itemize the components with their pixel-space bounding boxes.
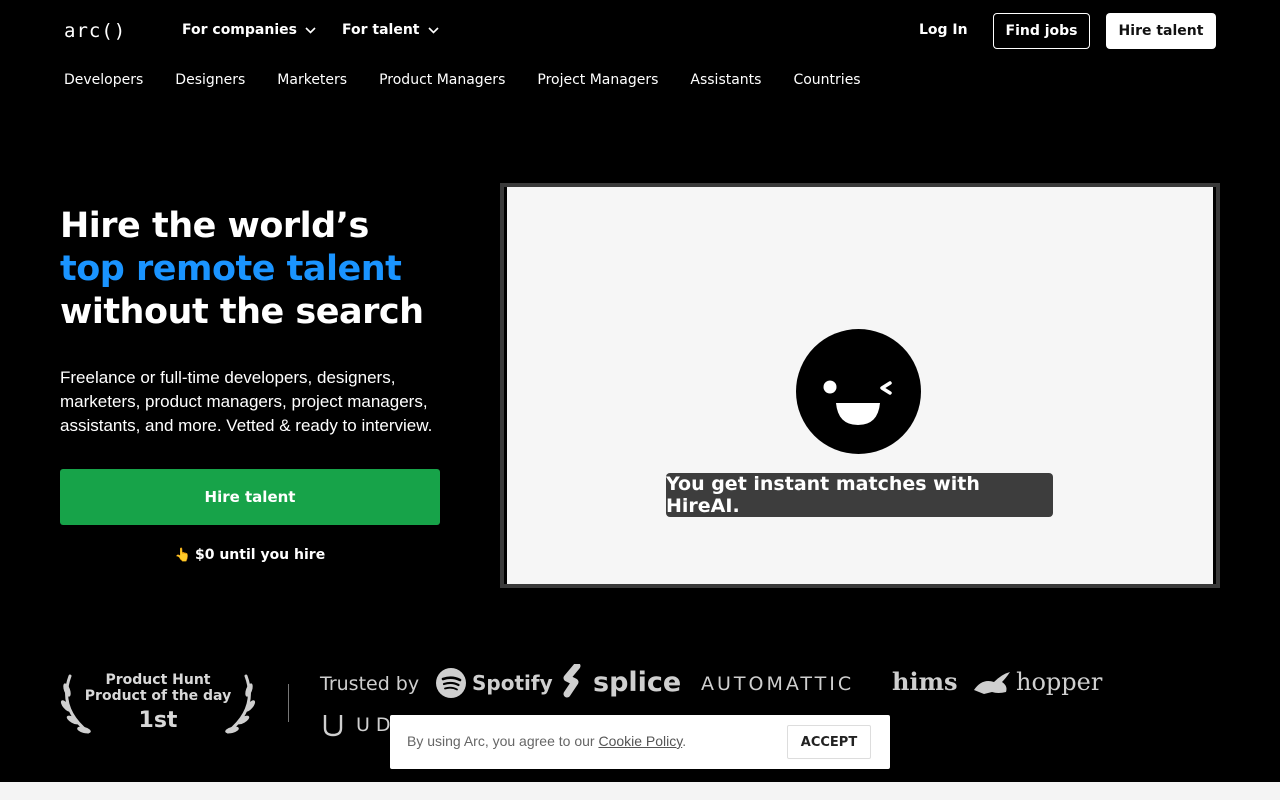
hopper-wordmark: hopper bbox=[1016, 668, 1103, 696]
hero-description: Freelance or full-time developers, desig… bbox=[60, 368, 433, 435]
hero-title-highlight: top remote talent bbox=[60, 249, 402, 289]
pricing-note-text: $0 until you hire bbox=[194, 547, 326, 563]
for-companies-label: For companies bbox=[182, 22, 297, 38]
find-jobs-button[interactable]: Find jobs bbox=[993, 13, 1090, 49]
splice-icon bbox=[563, 664, 581, 698]
hero-title-line3: without the search bbox=[60, 292, 424, 332]
splice-logo: splice bbox=[563, 664, 681, 700]
udacity-icon bbox=[323, 715, 343, 737]
cookie-banner: By using Arc, you agree to our Cookie Po… bbox=[390, 715, 890, 769]
for-talent-label: For talent bbox=[342, 22, 420, 38]
accept-cookies-button[interactable]: ACCEPT bbox=[787, 725, 871, 759]
product-hunt-subtitle: Product of the day bbox=[84, 688, 232, 704]
log-in-link[interactable]: Log In bbox=[919, 22, 968, 38]
hero-title-line1: Hire the world’s bbox=[60, 206, 369, 246]
subnav-developers[interactable]: Developers bbox=[64, 72, 143, 88]
cookie-policy-link[interactable]: Cookie Policy bbox=[598, 733, 682, 749]
chevron-down-icon bbox=[305, 26, 316, 34]
splice-wordmark: splice bbox=[593, 666, 682, 698]
subnav-product-managers[interactable]: Product Managers bbox=[379, 72, 505, 88]
subnav-designers[interactable]: Designers bbox=[175, 72, 245, 88]
hire-talent-cta-button[interactable]: Hire talent bbox=[60, 469, 440, 525]
category-nav: Developers Designers Marketers Product M… bbox=[64, 72, 861, 88]
winking-face-icon bbox=[796, 329, 921, 454]
chevron-down-icon bbox=[427, 26, 439, 34]
product-hunt-badge: Product Hunt Product of the day bbox=[58, 672, 258, 704]
pointing-hand-icon: 👆 bbox=[174, 548, 191, 563]
for-companies-menu[interactable]: For companies bbox=[182, 22, 316, 38]
hire-talent-header-button[interactable]: Hire talent bbox=[1106, 13, 1216, 49]
hopper-logo: hopper bbox=[972, 668, 1102, 696]
spotify-icon bbox=[436, 668, 466, 698]
udacity-logo: UD bbox=[320, 712, 397, 738]
top-navigation: arc() For companies For talent Log In Fi… bbox=[0, 0, 1280, 62]
product-hunt-rank: 1st bbox=[138, 708, 178, 733]
spotify-logo: Spotify bbox=[436, 668, 553, 698]
trust-divider bbox=[288, 684, 289, 722]
hero-title: Hire the world’s top remote talent witho… bbox=[60, 205, 424, 334]
cookie-text: By using Arc, you agree to our Cookie Po… bbox=[407, 733, 686, 749]
bunny-icon bbox=[974, 672, 1010, 694]
hims-logo: hims bbox=[892, 667, 958, 696]
next-section-edge bbox=[0, 782, 1280, 800]
cookie-message: By using Arc, you agree to our bbox=[407, 733, 599, 749]
spotify-wordmark: Spotify bbox=[472, 671, 553, 695]
automattic-logo: AUTOMATTIC bbox=[701, 673, 855, 695]
subnav-project-managers[interactable]: Project Managers bbox=[537, 72, 658, 88]
trusted-by-label: Trusted by bbox=[320, 673, 420, 695]
subnav-countries[interactable]: Countries bbox=[793, 72, 860, 88]
product-hunt-title: Product Hunt bbox=[105, 672, 211, 688]
cookie-suffix: . bbox=[682, 733, 687, 749]
arc-logo[interactable]: arc() bbox=[64, 20, 126, 42]
video-caption: You get instant matches with HireAI. bbox=[666, 473, 1053, 517]
for-talent-menu[interactable]: For talent bbox=[342, 22, 439, 38]
pricing-note: 👆 $0 until you hire bbox=[60, 547, 440, 563]
subnav-marketers[interactable]: Marketers bbox=[277, 72, 347, 88]
subnav-assistants[interactable]: Assistants bbox=[690, 72, 761, 88]
